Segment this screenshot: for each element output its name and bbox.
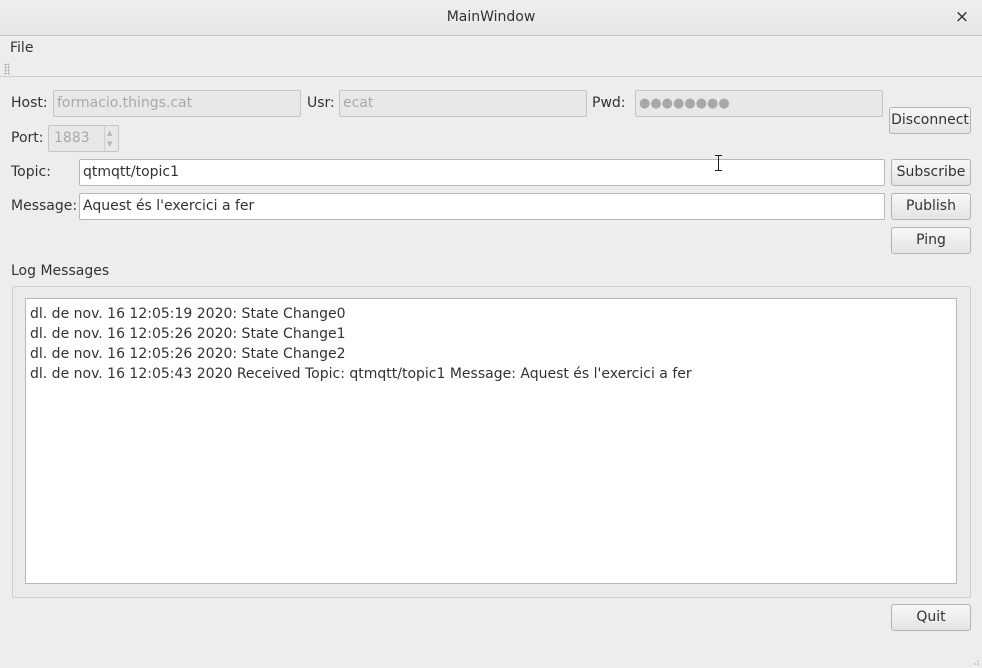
window-title: MainWindow [446, 9, 536, 25]
log-title: Log Messages [11, 263, 110, 279]
disconnect-button[interactable]: Disconnect [889, 107, 971, 134]
port-value: 1883 [54, 130, 90, 146]
chevron-down-icon[interactable]: ▼ [107, 140, 112, 148]
grip-icon[interactable] [4, 63, 10, 75]
publish-button[interactable]: Publish [891, 193, 971, 220]
host-label: Host: [11, 95, 48, 111]
message-label: Message: [11, 198, 78, 214]
host-input[interactable]: formacio.things.cat [53, 90, 301, 117]
log-line: dl. de nov. 16 12:05:26 2020: State Chan… [30, 346, 346, 362]
password-label: Pwd: [592, 95, 626, 111]
port-spinbox[interactable]: 1883 ▲ ▼ [48, 125, 119, 152]
topic-label: Topic: [11, 164, 51, 180]
menu-bar: File [0, 37, 982, 61]
port-label: Port: [11, 130, 44, 146]
text-cursor-icon [714, 155, 724, 171]
resize-grip-icon[interactable] [970, 656, 980, 666]
menu-file[interactable]: File [10, 40, 33, 56]
topic-input[interactable]: qtmqtt/topic1 [79, 159, 885, 186]
message-input[interactable]: Aquest és l'exercici a fer [79, 193, 885, 220]
title-bar: MainWindow × [0, 0, 982, 36]
password-mask: ●●●●●●●● [639, 96, 730, 111]
ping-button[interactable]: Ping [891, 227, 971, 254]
close-icon[interactable]: × [952, 6, 972, 28]
user-label: Usr: [307, 95, 335, 111]
toolbar [0, 61, 982, 77]
password-input[interactable]: ●●●●●●●● [635, 90, 883, 117]
spin-arrows: ▲ ▼ [104, 126, 118, 151]
subscribe-button[interactable]: Subscribe [891, 159, 971, 186]
log-line: dl. de nov. 16 12:05:43 2020 Received To… [30, 366, 692, 382]
quit-button[interactable]: Quit [891, 604, 971, 631]
chevron-up-icon[interactable]: ▲ [107, 129, 112, 137]
log-line: dl. de nov. 16 12:05:19 2020: State Chan… [30, 306, 346, 322]
log-messages[interactable]: dl. de nov. 16 12:05:19 2020: State Chan… [25, 298, 957, 584]
user-input[interactable]: ecat [339, 90, 587, 117]
log-line: dl. de nov. 16 12:05:26 2020: State Chan… [30, 326, 346, 342]
